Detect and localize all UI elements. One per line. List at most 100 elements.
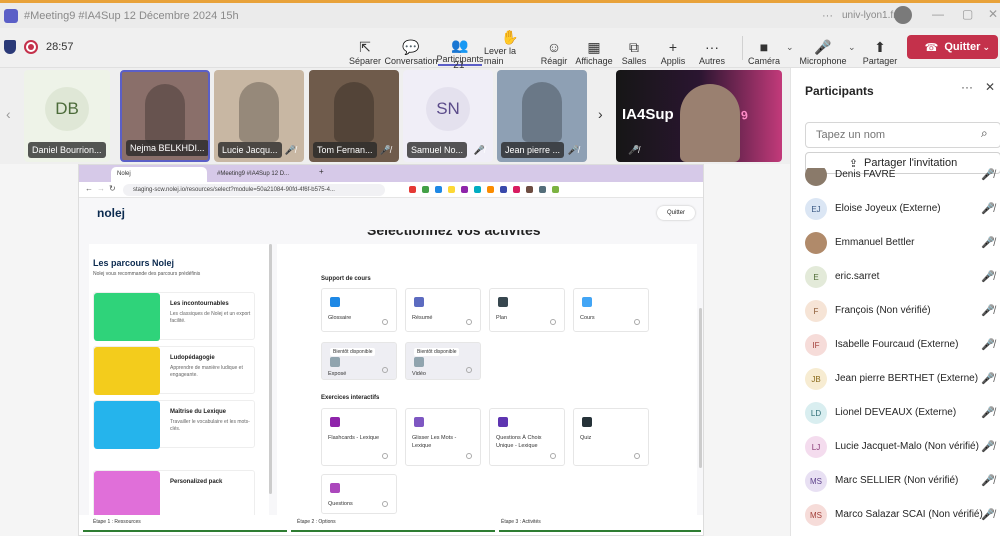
toolbar-button-lever-la-main[interactable]: ✋ Lever la main (484, 29, 536, 66)
browser-extension-icon[interactable] (448, 186, 455, 193)
parcours-scrollbar[interactable] (269, 244, 272, 494)
camera-options-chevron-icon[interactable]: ⌄ (786, 42, 794, 53)
minimize-icon[interactable]: — (932, 7, 944, 21)
participant-row[interactable]: MS Marc SELLIER (Non vérifié) 🎤̸ (805, 470, 1000, 494)
activity-card[interactable]: Flashcards - Lexique (321, 408, 397, 466)
activity-card[interactable]: Résumé (405, 288, 481, 332)
browser-extension-icon[interactable] (409, 186, 416, 193)
participant-row[interactable]: MS Marco Salazar SCAI (Non vérifié) 🎤̸ (805, 504, 1000, 528)
mic-options-chevron-icon[interactable]: ⌄ (848, 42, 856, 53)
step-2[interactable]: Étape 2 : Options (297, 519, 336, 525)
help-icon[interactable] (466, 367, 472, 373)
toolbar-button-applis[interactable]: + Applis (656, 32, 690, 66)
panel-more-icon[interactable]: ··· (961, 80, 973, 94)
parcours-card[interactable]: Maîtrise du Lexique Travailler le vocabul… (93, 400, 255, 449)
browser-extension-icon[interactable] (500, 186, 507, 193)
close-window-icon[interactable]: ✕ (988, 7, 998, 21)
step-1-progress (83, 530, 287, 532)
browser-tab-nolej[interactable]: Nolej (111, 167, 207, 182)
forward-icon[interactable]: → (97, 184, 105, 193)
participant-video-tile[interactable]: Nejma BELKHDI... (120, 70, 210, 162)
reload-icon[interactable]: ↻ (109, 184, 116, 193)
help-icon[interactable] (382, 319, 388, 325)
help-icon[interactable] (550, 453, 556, 459)
speaker-video-tile[interactable]: IA4Sup ting 9 🎤̸ (616, 70, 782, 162)
activity-card[interactable]: Bientôt disponible Vidéo (405, 342, 481, 380)
activity-card[interactable]: Questions (321, 474, 397, 514)
activity-card[interactable]: Plan (489, 288, 565, 332)
activity-card[interactable]: Cours (573, 288, 649, 332)
leave-options-chevron-icon[interactable]: ⌄ (982, 42, 990, 53)
toolbar-button-affichage[interactable]: ▦ Affichage (574, 32, 614, 66)
participant-row[interactable]: F François (Non vérifié) 🎤̸ (805, 300, 1000, 324)
participant-video-tile[interactable]: Tom Fernan... 🎤̸ (309, 70, 399, 162)
participant-row[interactable]: JB Jean pierre BERTHET (Externe) 🎤̸ (805, 368, 1000, 392)
activity-card[interactable]: Glossaire (321, 288, 397, 332)
parcours-card[interactable]: Personalized pack (93, 470, 255, 519)
user-avatar[interactable] (894, 6, 912, 24)
browser-extension-icon[interactable] (552, 186, 559, 193)
toolbar-button-autres[interactable]: ··· Autres (694, 32, 730, 66)
help-icon[interactable] (382, 501, 388, 507)
browser-extension-icon[interactable] (487, 186, 494, 193)
leave-meeting-button[interactable]: ☎ Quitter ⌄ (907, 35, 998, 59)
participant-row[interactable]: Denis FAVRE 🎤̸ (805, 168, 1000, 188)
participant-row[interactable]: EJ Eloise Joyeux (Externe) 🎤̸ (805, 198, 1000, 222)
activity-card[interactable]: Quiz (573, 408, 649, 466)
panel-close-icon[interactable]: ✕ (985, 80, 995, 94)
activity-card[interactable]: Questions À Choix Unique - Lexique (489, 408, 565, 466)
parcours-card[interactable]: Ludopédagogie Apprendre de manière ludiqu… (93, 346, 255, 395)
shared-screen[interactable]: Nolej #Meeting9 #IA4Sup 12 D... + ← → ↻ … (78, 164, 704, 536)
browser-extension-icon[interactable] (461, 186, 468, 193)
step-3[interactable]: Étape 3 : Activités (501, 519, 541, 525)
step-1[interactable]: Étape 1 : Ressources (93, 519, 141, 525)
help-icon[interactable] (382, 367, 388, 373)
toolbar-button-caméra[interactable]: ■ Caméra (744, 32, 784, 66)
activity-card[interactable]: Bientôt disponible Exposé (321, 342, 397, 380)
toolbar-button-partager[interactable]: ⬆ Partager (860, 32, 900, 66)
nolej-quit-button[interactable]: Quitter (657, 206, 695, 220)
participant-row[interactable]: IF Isabelle Fourcaud (Externe) 🎤̸ (805, 334, 1000, 358)
browser-extension-icon[interactable] (474, 186, 481, 193)
participant-avatar: F (805, 300, 827, 322)
help-icon[interactable] (466, 319, 472, 325)
browser-extension-icon[interactable] (526, 186, 533, 193)
activities-scrollbar[interactable] (699, 308, 702, 468)
strip-prev-arrow-icon[interactable]: ‹ (6, 106, 11, 122)
toolbar-button-salles[interactable]: ⧉ Salles (618, 32, 650, 66)
toolbar-button-microphone[interactable]: 🎤 Microphone (798, 32, 848, 66)
help-icon[interactable] (634, 319, 640, 325)
help-icon[interactable] (382, 453, 388, 459)
mic-off-icon: 🎤̸ (473, 145, 485, 155)
browser-extension-icon[interactable] (513, 186, 520, 193)
parcours-card[interactable]: Les incontournables Les classiques de Nol… (93, 292, 255, 341)
browser-extension-icon[interactable] (435, 186, 442, 193)
help-icon[interactable] (550, 319, 556, 325)
help-icon[interactable] (466, 453, 472, 459)
toolbar-button-séparer[interactable]: ⇱ Séparer (342, 32, 388, 66)
participant-video-tile[interactable]: DB Daniel Bourrion... (24, 70, 110, 162)
help-icon[interactable] (634, 453, 640, 459)
toolbar-button-conversation[interactable]: 💬 Conversation (384, 32, 437, 66)
toolbar-button-réagir[interactable]: ☺ Réagir (536, 32, 572, 66)
participant-search-input[interactable] (805, 122, 1000, 148)
participant-row[interactable]: LJ Lucie Jacquet-Malo (Non vérifié) 🎤̸ (805, 436, 1000, 460)
new-tab-icon[interactable]: + (319, 167, 324, 176)
browser-extension-icon[interactable] (422, 186, 429, 193)
organization-label[interactable]: univ-lyon1.fr (842, 10, 896, 21)
browser-tab-meeting[interactable]: #Meeting9 #IA4Sup 12 D... (211, 167, 315, 182)
back-icon[interactable]: ← (85, 184, 93, 193)
activity-card[interactable]: Glisser Les Mots - Lexique (405, 408, 481, 466)
participant-video-tile[interactable]: Lucie Jacqu... 🎤̸ (214, 70, 304, 162)
participant-video-tile[interactable]: SN Samuel No... 🎤̸ (403, 70, 493, 162)
more-options-icon[interactable]: ··· (822, 10, 833, 22)
participant-row[interactable]: Emmanuel Bettler 🎤̸ (805, 232, 1000, 256)
toolbar-button-participants[interactable]: 👥 21 Participants (436, 32, 483, 71)
participant-row[interactable]: Eeric.sarret 🎤̸ (805, 266, 1000, 290)
participant-video-tile[interactable]: Jean pierre ... 🎤̸ (497, 70, 587, 162)
maximize-icon[interactable]: ▢ (962, 7, 973, 21)
participant-row[interactable]: LD Lionel DEVEAUX (Externe) 🎤̸ (805, 402, 1000, 426)
strip-next-arrow-icon[interactable]: › (598, 106, 603, 122)
browser-extension-icon[interactable] (539, 186, 546, 193)
url-input[interactable]: staging-scw.nolej.io/resources/select?mo… (123, 184, 385, 196)
